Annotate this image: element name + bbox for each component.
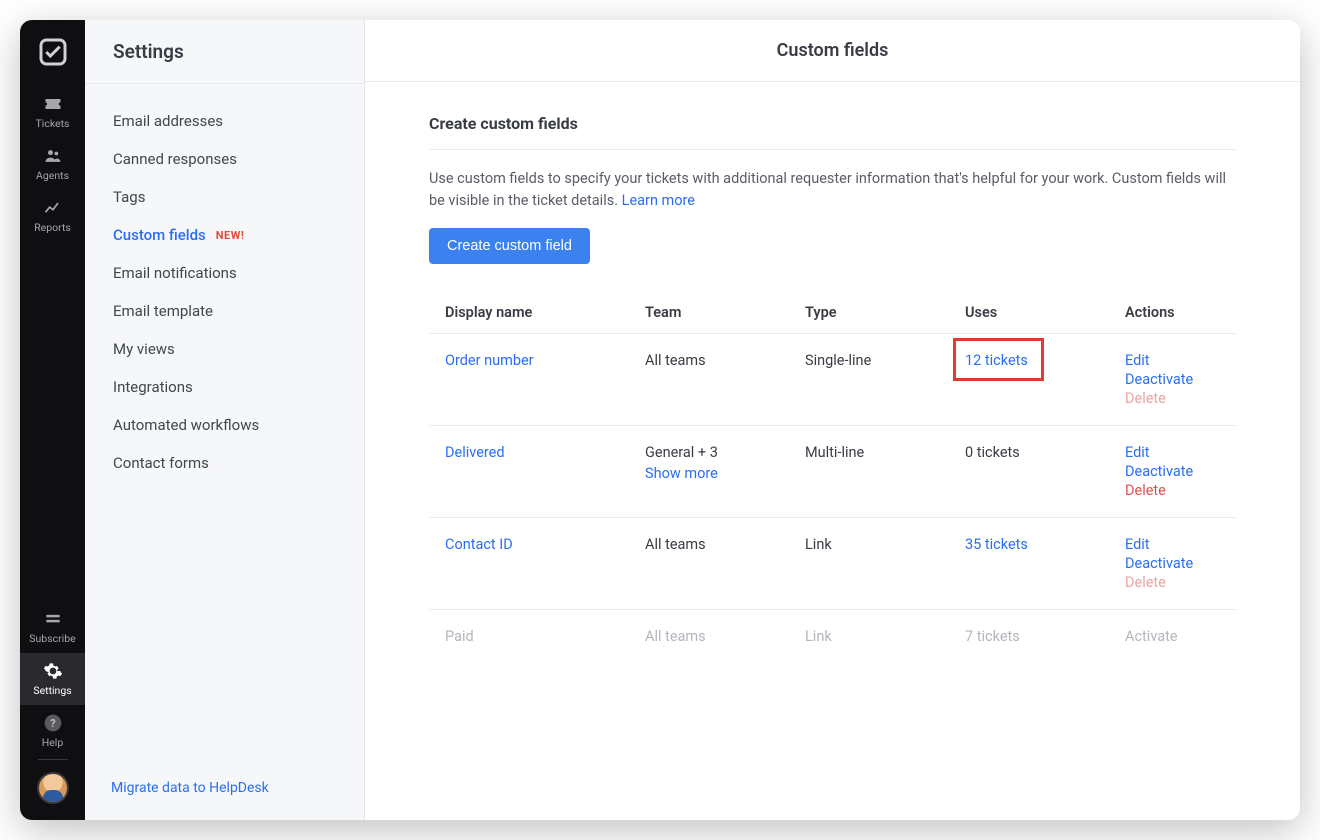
learn-more-link[interactable]: Learn more xyxy=(622,192,695,209)
edit-action[interactable]: Edit xyxy=(1125,352,1220,369)
sidebar-item-label: Canned responses xyxy=(113,150,237,168)
team-cell: All teams xyxy=(645,536,706,553)
sidebar-item-label: Email template xyxy=(113,302,213,320)
page-title: Custom fields xyxy=(365,40,1300,61)
uses-link[interactable]: 12 tickets xyxy=(965,352,1028,369)
rail-label: Tickets xyxy=(36,117,70,130)
uses-link[interactable]: 7 tickets xyxy=(965,628,1020,645)
rail-item-reports[interactable]: Reports xyxy=(20,190,85,242)
col-team: Team xyxy=(645,304,805,321)
create-custom-field-button[interactable]: Create custom field xyxy=(429,228,590,264)
rail-label: Agents xyxy=(36,169,69,182)
table-row: Contact ID All teams Link35 tickets Edit Dea… xyxy=(429,517,1236,609)
col-type: Type xyxy=(805,304,965,321)
field-name-link[interactable]: Contact ID xyxy=(445,536,513,553)
reports-icon xyxy=(43,198,63,218)
table-header-row: Display name Team Type Uses Actions xyxy=(429,292,1236,333)
sidebar-item-label: Contact forms xyxy=(113,454,209,472)
custom-fields-table: Display name Team Type Uses Actions Orde… xyxy=(429,292,1236,663)
rail-label: Help xyxy=(42,736,64,749)
table-row: Paid All teams Link7 tickets Activate xyxy=(429,609,1236,663)
help-icon: ? xyxy=(43,713,63,733)
sidebar-item-label: Tags xyxy=(113,188,145,206)
agents-icon xyxy=(43,146,63,166)
rail-label: Subscribe xyxy=(29,632,75,645)
sidebar-item-label: Email notifications xyxy=(113,264,237,282)
rail-label: Settings xyxy=(33,684,71,697)
sidebar-item-tags[interactable]: Tags xyxy=(97,178,352,216)
section-title: Create custom fields xyxy=(429,114,1236,133)
sidebar-item-my-views[interactable]: My views xyxy=(97,330,352,368)
activate-action[interactable]: Activate xyxy=(1125,628,1220,645)
type-cell: Single-line xyxy=(805,352,965,369)
field-name-link[interactable]: Paid xyxy=(445,628,474,645)
sidebar-item-label: Integrations xyxy=(113,378,193,396)
sidebar-item-label: Email addresses xyxy=(113,112,223,130)
sidebar-title: Settings xyxy=(113,40,336,63)
gear-icon xyxy=(43,661,63,681)
sidebar-item-email-notifications[interactable]: Email notifications xyxy=(97,254,352,292)
field-name-link[interactable]: Delivered xyxy=(445,444,505,461)
app-logo-icon xyxy=(37,36,69,68)
delete-action[interactable]: Delete xyxy=(1125,482,1220,499)
delete-action[interactable]: Delete xyxy=(1125,574,1220,591)
sidebar-item-custom-fields[interactable]: Custom fields NEW! xyxy=(97,216,352,254)
rail-item-tickets[interactable]: Tickets xyxy=(20,86,85,138)
deactivate-action[interactable]: Deactivate xyxy=(1125,555,1220,572)
divider xyxy=(429,149,1236,150)
type-cell: Link xyxy=(805,536,965,553)
description-text: Use custom fields to specify your ticket… xyxy=(429,170,1226,209)
subscribe-icon xyxy=(43,609,63,629)
rail-item-subscribe[interactable]: Subscribe xyxy=(20,601,85,653)
col-display-name: Display name xyxy=(445,304,645,321)
edit-action[interactable]: Edit xyxy=(1125,444,1220,461)
sidebar-item-label: My views xyxy=(113,340,175,358)
sidebar-item-canned-responses[interactable]: Canned responses xyxy=(97,140,352,178)
team-cell: General + 3 xyxy=(645,444,718,461)
table-row: Delivered General + 3 Show moreMulti-line0… xyxy=(429,425,1236,517)
uses-link[interactable]: 35 tickets xyxy=(965,536,1028,553)
delete-action[interactable]: Delete xyxy=(1125,390,1220,407)
table-row: Order number All teams Single-line12 ticke… xyxy=(429,333,1236,425)
section-description: Use custom fields to specify your ticket… xyxy=(429,168,1236,212)
new-badge: NEW! xyxy=(216,229,245,242)
deactivate-action[interactable]: Deactivate xyxy=(1125,371,1220,388)
deactivate-action[interactable]: Deactivate xyxy=(1125,463,1220,480)
rail-item-help[interactable]: ? Help xyxy=(20,705,85,757)
sidebar-item-email-template[interactable]: Email template xyxy=(97,292,352,330)
svg-text:?: ? xyxy=(50,717,55,730)
sidebar-item-automated-workflows[interactable]: Automated workflows xyxy=(97,406,352,444)
type-cell: Link xyxy=(805,628,965,645)
col-uses: Uses xyxy=(965,304,1125,321)
sidebar-item-label: Automated workflows xyxy=(113,416,259,434)
team-cell: All teams xyxy=(645,628,706,645)
sidebar-item-integrations[interactable]: Integrations xyxy=(97,368,352,406)
sidebar-item-label: Custom fields xyxy=(113,226,206,244)
migrate-link[interactable]: Migrate data to HelpDesk xyxy=(111,780,269,796)
nav-rail: Tickets Agents Reports Subscribe Setting… xyxy=(20,20,85,820)
rail-item-settings[interactable]: Settings xyxy=(20,653,85,705)
rail-item-agents[interactable]: Agents xyxy=(20,138,85,190)
ticket-icon xyxy=(43,94,63,114)
rail-label: Reports xyxy=(34,221,71,234)
sidebar-item-email-addresses[interactable]: Email addresses xyxy=(97,102,352,140)
col-actions: Actions xyxy=(1125,304,1220,321)
edit-action[interactable]: Edit xyxy=(1125,536,1220,553)
team-cell: All teams xyxy=(645,352,706,369)
settings-sidebar: Settings Email addresses Canned responses… xyxy=(85,20,365,820)
main-panel: Custom fields Create custom fields Use c… xyxy=(365,20,1300,820)
uses-cell: 0 tickets xyxy=(965,444,1125,461)
avatar[interactable] xyxy=(37,772,69,804)
sidebar-item-contact-forms[interactable]: Contact forms xyxy=(97,444,352,482)
type-cell: Multi-line xyxy=(805,444,965,461)
show-more-link[interactable]: Show more xyxy=(645,465,805,482)
field-name-link[interactable]: Order number xyxy=(445,352,534,369)
